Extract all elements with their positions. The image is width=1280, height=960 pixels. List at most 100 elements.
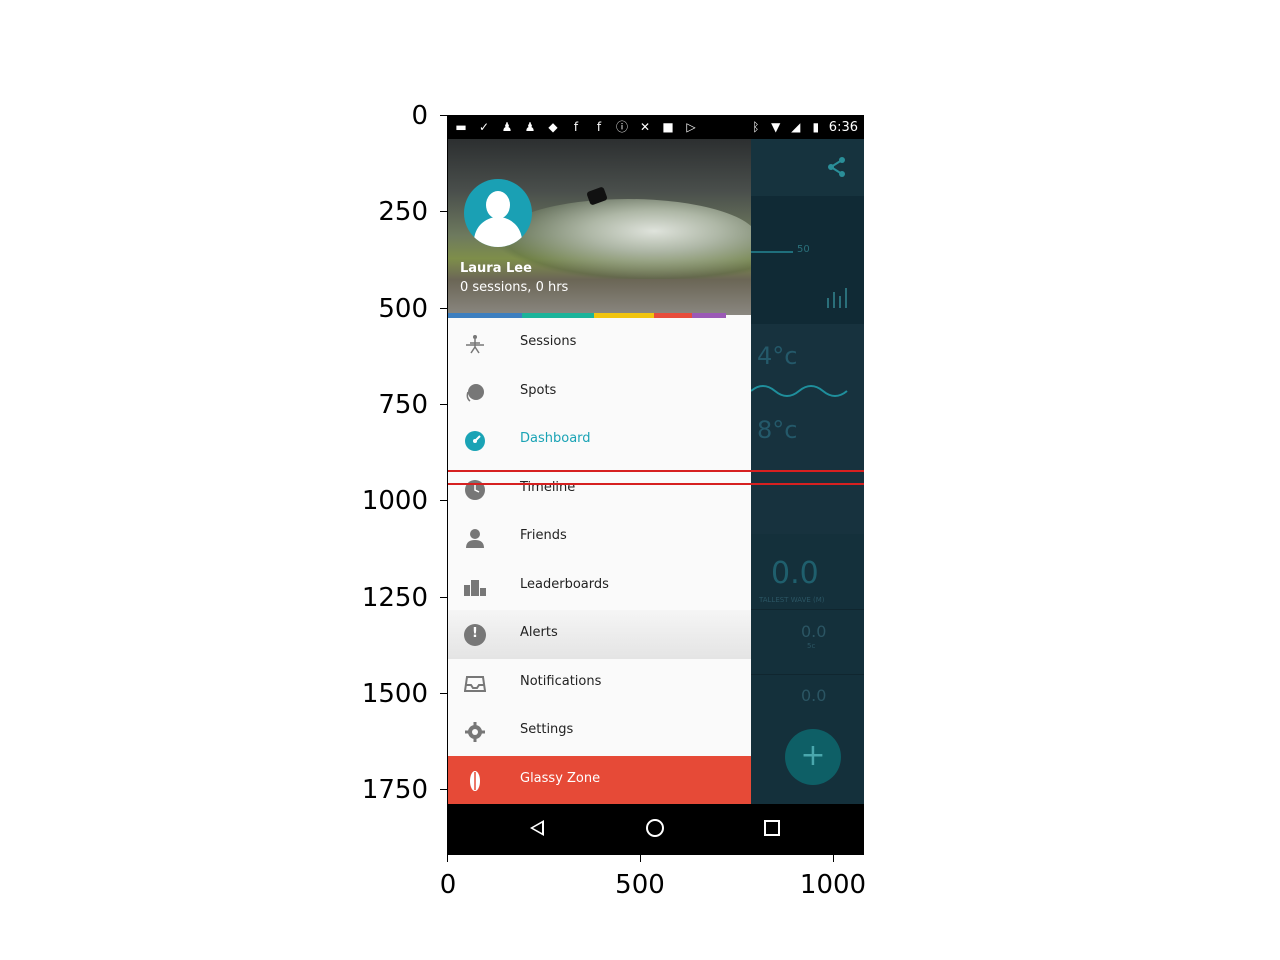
y-tick [440,789,447,790]
drawer-menu: Sessions Spots Dashboard Timeline Friend… [448,319,751,804]
share-icon[interactable] [826,156,848,178]
menu-item-label: Spots [520,382,557,398]
y-tick-label: 1000 [361,486,428,516]
add-fab-button[interactable]: + [785,729,841,785]
leaderboard-icon [464,579,486,596]
stat-unit: 5c [807,642,816,650]
color-strip [448,313,751,318]
inbox-icon [464,675,486,692]
clock-icon [465,479,485,500]
notification-icons: ▬ ✓ ♟ ♟ ◆ f f ⓘ ✕ ■ ▷ [454,120,698,134]
gear-icon [465,722,485,742]
y-tick [440,404,447,405]
menu-item-label: Leaderboards [520,576,609,592]
header-background-image [498,199,751,279]
bluetooth-icon: ᛒ [752,120,760,134]
strip-segment [692,313,726,318]
y-tick [440,115,447,116]
info-icon: ⓘ [615,120,628,134]
system-icons: ᛒ ▼ ◢ ▮ 6:36 [749,120,858,135]
menu-item-dashboard[interactable]: Dashboard [448,416,751,465]
menu-item-alerts[interactable]: ! Alerts [448,610,751,659]
water-temp: 8°c [757,416,798,444]
stat-value: 0.0 [801,686,827,705]
menu-item-leaderboards[interactable]: Leaderboards [448,562,751,611]
person-icon [466,529,484,548]
tallest-wave-value: 0.0 [771,556,819,591]
strip-segment [522,313,594,318]
plot-figure: 0 250 500 750 1000 1250 1500 1750 0 50 0 … [0,0,1280,960]
wifi-icon: ▼ [771,120,781,134]
user-name: Laura Lee [460,261,532,276]
y-tick [440,211,447,212]
facebook-icon: f [596,120,602,134]
menu-item-label: Sessions [520,334,577,349]
menu-item-label: Alerts [520,625,558,640]
menu-item-spots[interactable]: Spots [448,368,751,417]
tallest-wave-label: TALLEST WAVE (M) [759,596,825,604]
y-tick-label: 1250 [361,583,428,613]
y-tick-label: 500 [378,294,428,324]
menu-item-notifications[interactable]: Notifications [448,659,751,708]
menu-item-label: Notifications [520,673,602,689]
x-tick [447,855,448,862]
y-tick [440,500,447,501]
y-tick-label: 0 [411,101,428,131]
background-appbar [751,139,864,196]
home-icon[interactable] [646,819,664,837]
dashboard-icon [465,431,485,451]
y-tick-label: 750 [378,390,428,420]
strip-segment [654,313,692,318]
shield-icon: ◆ [548,120,558,134]
chess-icon: ♟ [501,120,513,134]
strip-segment [448,313,522,318]
divider [751,609,864,610]
tools-icon: ✕ [639,120,651,134]
chess-icon: ♟ [524,120,536,134]
annotation-line [448,470,864,472]
menu-item-glassy-zone[interactable]: Glassy Zone [448,755,751,804]
status-bar: ▬ ✓ ♟ ♟ ◆ f f ⓘ ✕ ■ ▷ ᛒ ▼ ◢ ▮ 6:36 [448,115,864,139]
menu-item-label: Dashboard [520,431,591,446]
divider [751,674,864,675]
avatar-head [486,191,510,219]
menu-item-friends[interactable]: Friends [448,513,751,562]
x-tick-label: 0 [439,870,457,900]
background-wave-chart: 50 [751,196,864,324]
menu-item-label: Friends [520,528,567,543]
x-tick-label: 1000 [799,870,867,900]
avatar[interactable] [464,179,532,247]
y-tick-label: 250 [378,197,428,227]
y-tick [440,693,447,694]
alert-icon: ! [464,624,486,646]
battery-icon: ▮ [812,120,820,134]
spot-pin-icon [466,383,484,402]
signal-icon: ◢ [791,120,801,134]
menu-item-label: Settings [520,722,574,737]
facebook-icon: f [573,120,579,134]
menu-item-settings[interactable]: Settings [448,707,751,756]
x-tick [833,855,834,862]
wave-height-line [751,251,793,253]
drawer-header: Laura Lee 0 sessions, 0 hrs [448,139,751,315]
system-nav-bar [448,804,864,854]
y-tick-label: 1750 [361,775,428,805]
stat-value: 0.0 [801,622,827,641]
x-axis [447,854,864,855]
menu-item-label: Glassy Zone [520,770,601,786]
menu-item-sessions[interactable]: Sessions [448,319,751,368]
recents-icon[interactable] [764,820,780,836]
strip-segment [594,313,654,318]
bar-chart-icon[interactable] [825,286,849,310]
background-temperature: 4°c 8°c [751,324,864,534]
annotation-line [448,483,864,485]
surfboard-icon [470,770,480,791]
water-wave-icon [751,385,848,397]
back-icon[interactable] [530,820,544,836]
menu-item-label: Timeline [520,479,576,495]
send-icon: ✓ [478,120,490,134]
wave-height-label: 50 [797,244,810,255]
user-stats: 0 sessions, 0 hrs [460,280,569,295]
air-temp: 4°c [757,342,798,370]
x-tick-label: 500 [615,870,665,900]
